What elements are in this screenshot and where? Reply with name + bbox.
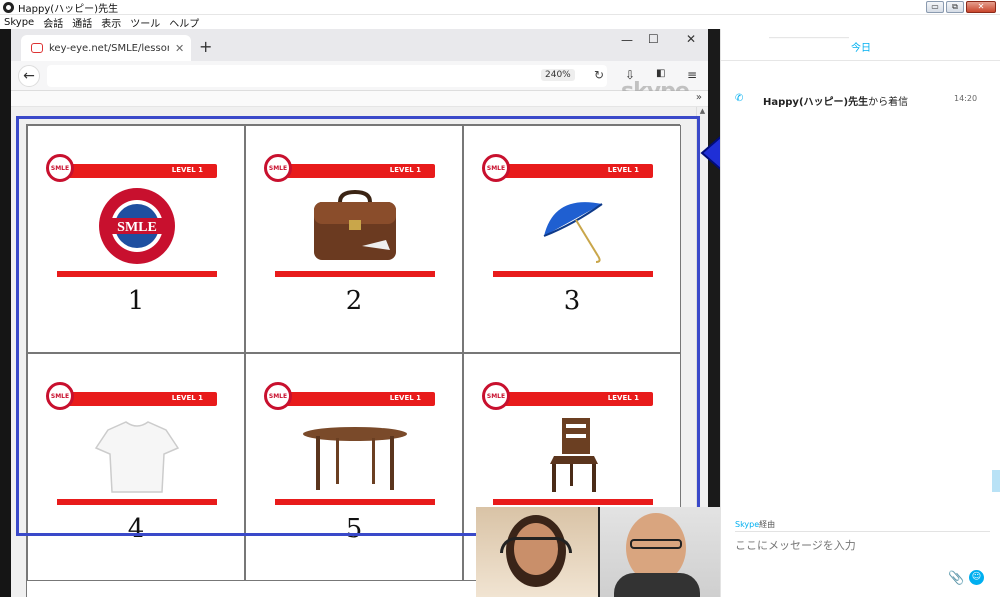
student-video[interactable] [476,507,598,597]
title-bar: Happy(ハッピー)先生 ▭ ⧉ ✕ [0,0,1000,15]
back-button[interactable]: ← [18,65,40,87]
shoulders-shape [614,573,700,597]
restore-button[interactable]: ⧉ [946,1,964,13]
share-left-edge [0,29,11,597]
tab-close-icon[interactable]: ✕ [175,42,184,55]
zoom-level[interactable]: 240% [541,69,575,81]
browser-close-icon[interactable]: ✕ [686,32,696,46]
today-label: 今日 [851,43,871,54]
attachment-icon[interactable]: 📎 [948,571,964,586]
call-notification: ✆ Happy(ハッピー)先生から着信 14:20 [721,91,1000,108]
self-video[interactable] [600,507,720,597]
skype-logo-icon [3,1,14,13]
call-suffix: から着信 [868,97,909,108]
browser-minimize-icon[interactable]: — [621,33,633,47]
menu-help[interactable]: ヘルプ [169,15,199,30]
caller-name: Happy(ハッピー)先生 [763,97,869,108]
menu-bar: Skype 会話 通話 表示 ツール ヘルプ [0,15,1000,30]
call-text: Happy(ハッピー)先生から着信 [763,93,908,108]
emoticon-icon[interactable]: ☺ [969,570,984,585]
new-tab-button[interactable]: + [199,37,212,56]
call-time: 14:20 [954,94,978,103]
phone-icon: ✆ [735,93,744,104]
browser-toolbar: ← 240% ↻ ⇩ ◧ ≡ skype [11,61,708,104]
browser-maximize-icon[interactable]: ☐ [648,32,659,46]
scroll-up-icon[interactable]: ▲ [697,107,708,115]
headset-icon [500,537,572,553]
via-suffix: 経由 [759,520,776,529]
input-divider [735,531,990,532]
skype-window: Happy(ハッピー)先生 ▭ ⧉ ✕ Skype 会話 通話 表示 ツール ヘ… [0,0,1000,597]
browser-tab[interactable]: key-eye.net/SMLE/lesson1.p ✕ [21,35,191,61]
message-input[interactable] [735,539,935,552]
menu-tools[interactable]: ツール [130,15,160,30]
via-brand: Skype [735,520,760,529]
left-arrow-icon [700,136,720,170]
menu-call[interactable]: 通話 [72,15,92,30]
reload-icon[interactable]: ↻ [594,68,604,82]
minimize-button[interactable]: ▭ [926,1,944,13]
highlight-frame [16,116,700,536]
tab-title: key-eye.net/SMLE/lesson1.p [49,42,169,54]
bookmarks-overflow-icon[interactable]: » [696,92,702,103]
address-bar[interactable] [47,65,607,87]
window-controls: ▭ ⧉ ✕ [926,1,996,13]
menu-skype[interactable]: Skype [4,17,34,28]
bookmarks-bar: » [11,91,708,107]
video-thumbnails [476,507,720,597]
date-header: ―――――――――― 今日 [721,29,1000,61]
menu-view[interactable]: 表示 [101,15,121,30]
chat-scrollbar[interactable] [992,470,1000,492]
window-title: Happy(ハッピー)先生 [18,3,119,15]
extension-icon[interactable]: ◧ [656,68,665,79]
screen-share: key-eye.net/SMLE/lesson1.p ✕ + — ☐ ✕ ← 2… [0,29,720,597]
close-button[interactable]: ✕ [966,1,996,13]
menu-conversation[interactable]: 会話 [43,15,63,30]
browser-tab-bar: key-eye.net/SMLE/lesson1.p ✕ + — ☐ ✕ [11,29,708,61]
chat-panel: ―――――――――― 今日 ✆ Happy(ハッピー)先生から着信 14:20 … [720,29,1000,597]
glasses-icon [630,539,682,549]
share-right-edge [708,29,720,509]
via-label: Skype経由 [735,519,775,530]
favicon-icon [31,43,43,53]
